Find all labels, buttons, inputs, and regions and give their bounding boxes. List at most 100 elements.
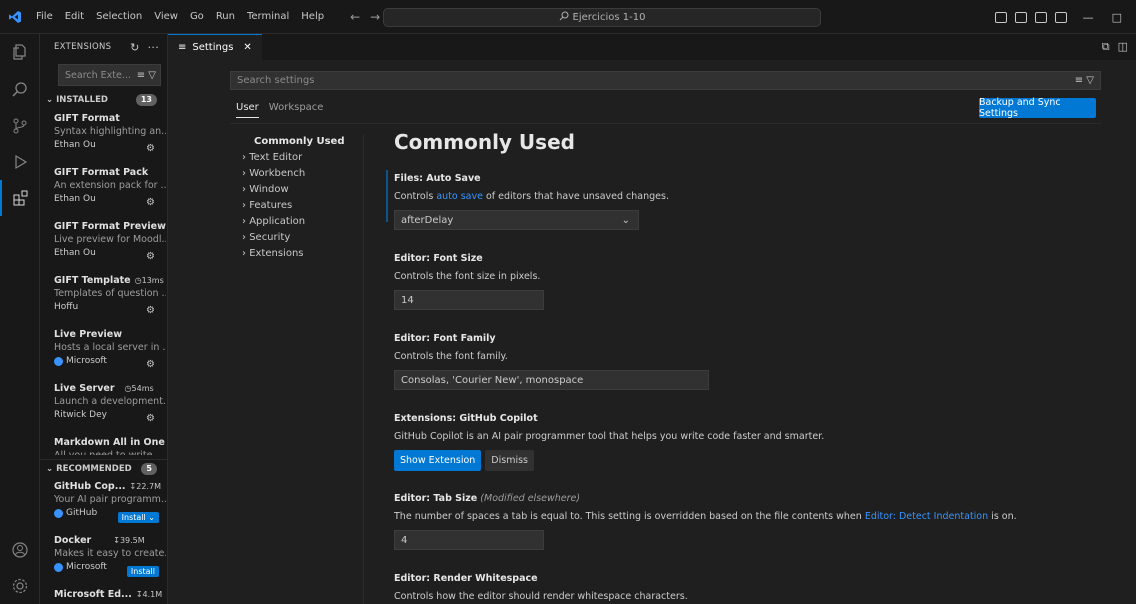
run-debug-icon[interactable] [0,144,40,180]
tab-workspace[interactable]: Workspace [269,102,324,118]
back-arrow-icon[interactable]: ← [350,10,360,24]
font-size-input[interactable]: 14 [394,290,544,310]
split-editor-icon[interactable]: ◫ [1118,40,1128,54]
extension-item[interactable]: GIFT Format Pack An extension pack for .… [40,163,167,217]
manage-gear-icon[interactable] [0,568,40,604]
toc-application[interactable]: › Application [230,214,362,230]
auto-save-select[interactable]: afterDelay ⌄ [394,210,639,230]
toc-window[interactable]: › Window [230,182,362,198]
install-button[interactable]: Install ⌄ [117,512,159,523]
extension-item[interactable]: GIFT Format Syntax highlighting an... Et… [40,109,167,163]
show-extension-button[interactable]: Show Extension [394,450,482,471]
chevron-down-icon: ⌄ [46,95,54,105]
extension-item[interactable]: GitHub Cop... ↧22.7M Your AI pair program… [40,477,167,531]
extension-item[interactable]: GIFT Format Preview Live preview for Moo… [40,217,167,271]
extension-description: An extension pack for ... [54,180,166,191]
refresh-icon[interactable]: ↻ [130,41,140,54]
setting-description: Controls the font size in pixels. [394,271,541,282]
command-center[interactable]: Ejercicios 1-10 [383,8,821,27]
toc-workbench[interactable]: › Workbench [230,166,362,182]
settings-search-input[interactable]: Search settings ≡ ▽ [230,71,1101,90]
extension-publisher: Ethan Ou [54,248,96,258]
toc-label: Extensions [249,248,304,259]
gear-icon[interactable]: ⚙ [146,305,155,316]
recommended-section-header[interactable]: ⌄ RECOMMENDED 5 [40,459,167,477]
install-button[interactable]: Install [126,566,159,577]
activation-time: 54ms [131,384,154,393]
extension-name: Live Server [54,383,115,394]
install-count: 22.7M [136,482,161,491]
modified-elsewhere-note[interactable]: (Modified elsewhere) [480,493,580,504]
filter-icon[interactable]: ▽ [148,70,156,81]
gear-icon[interactable]: ⚙ [146,359,155,370]
customize-layout-icon[interactable] [1054,11,1067,23]
dismiss-button[interactable]: Dismiss [485,450,534,471]
toggle-secondary-sidebar-icon[interactable] [1034,11,1047,23]
forward-arrow-icon[interactable]: → [370,10,380,24]
accounts-icon[interactable] [0,532,40,568]
toggle-primary-sidebar-icon[interactable] [994,11,1007,23]
menu-help[interactable]: Help [295,0,330,34]
extensions-icon[interactable] [0,180,40,216]
extension-item[interactable]: Markdown All in One All you need to writ… [40,433,167,459]
menu-edit[interactable]: Edit [59,0,90,34]
menu-terminal[interactable]: Terminal [241,0,295,34]
toc-security[interactable]: › Security [230,230,362,246]
setting-auto-save: Files: Auto Save Controls auto save of e… [386,168,1126,248]
toc-extensions[interactable]: › Extensions [230,246,362,262]
gear-icon[interactable]: ⚙ [146,197,155,208]
clear-filter-icon[interactable]: ≡ [1075,75,1083,86]
toggle-panel-icon[interactable] [1014,11,1027,23]
menu-selection[interactable]: Selection [90,0,148,34]
clock-icon: ◷ [124,384,132,393]
menu-file[interactable]: File [30,0,59,34]
gear-icon[interactable]: ⚙ [146,251,155,262]
settings-editor: Search settings ≡ ▽ User Workspace Backu… [168,60,1136,604]
setting-description: Controls how the editor should render wh… [394,591,688,602]
tab-settings[interactable]: ≡ Settings ✕ [168,34,262,60]
filter-icon[interactable]: ▽ [1086,75,1094,86]
auto-save-link[interactable]: auto save [436,191,483,202]
menu-go[interactable]: Go [184,0,210,34]
setting-description: The number of spaces a tab is equal to. … [394,511,1017,522]
installed-section-header[interactable]: ⌄ INSTALLED 13 [40,91,167,109]
extension-item[interactable]: Live Server ◷54ms Launch a development...… [40,379,167,433]
clear-filter-icon[interactable]: ≡ [137,70,145,81]
chevron-down-icon[interactable]: ⌄ [148,513,155,522]
more-actions-icon[interactable]: ··· [148,41,159,54]
recommended-label: RECOMMENDED [56,463,132,474]
clock-icon: ◷ [134,276,142,285]
setting-title: Files: Auto Save [394,173,481,184]
backup-sync-button[interactable]: Backup and Sync Settings [979,97,1096,119]
setting-font-size: Editor: Font Size Controls the font size… [386,248,1126,328]
detect-indentation-link[interactable]: Editor: Detect Indentation [865,511,988,522]
menu-view[interactable]: View [148,0,184,34]
activation-time: 13ms [141,276,164,285]
menu-bar: File Edit Selection View Go Run Terminal… [30,0,330,34]
extension-item[interactable]: Live Preview Hosts a local server in ...… [40,325,167,379]
extension-description: Templates of question ... [54,288,166,299]
close-icon[interactable]: ✕ [243,42,251,53]
settings-toc: Commonly Used › Text Editor › Workbench … [230,134,362,262]
source-control-icon[interactable] [0,108,40,144]
toc-text-editor[interactable]: › Text Editor [230,150,362,166]
extension-item[interactable]: GIFT Template ◷13ms Templates of question… [40,271,167,325]
open-settings-json-icon[interactable]: ⧉ [1102,40,1110,54]
tab-user[interactable]: User [236,102,259,118]
extension-name: GitHub Cop... [54,481,126,492]
gear-icon[interactable]: ⚙ [146,143,155,154]
menu-run[interactable]: Run [210,0,241,34]
search-view-icon[interactable] [0,72,40,108]
extension-item[interactable]: Docker ↧39.5M Makes it easy to create... … [40,531,167,585]
setting-title: Editor: Font Family [394,333,496,344]
toc-commonly-used[interactable]: Commonly Used [230,134,362,150]
explorer-icon[interactable] [0,34,40,70]
tab-size-input[interactable]: 4 [394,530,544,550]
minimize-icon[interactable]: — [1083,11,1094,24]
extensions-search-input[interactable]: Search Exte... ≡ ▽ [58,64,161,86]
gear-icon[interactable]: ⚙ [146,413,155,424]
toc-features[interactable]: › Features [230,198,362,214]
font-family-input[interactable]: Consolas, 'Courier New', monospace [394,370,709,390]
extension-item[interactable]: Microsoft Ed... ↧4.1M [40,585,167,604]
restore-icon[interactable]: □ [1112,11,1122,24]
